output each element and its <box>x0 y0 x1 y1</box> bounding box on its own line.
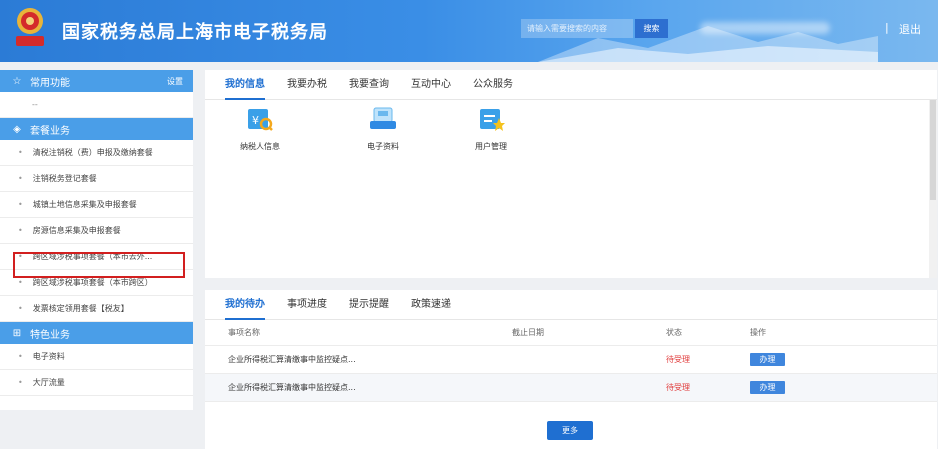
service-label: 纳税人信息 <box>240 142 280 151</box>
e-documents-icon <box>370 107 396 129</box>
svg-text:¥: ¥ <box>252 114 259 127</box>
my-todo-panel: 我的待办 事项进度 提示提醒 政策速递 事项名称 截止日期 状态 操作 企业所得… <box>205 290 937 449</box>
info-tabs: 我的信息 我要办税 我要查询 互动中心 公众服务 <box>205 70 937 100</box>
col-deadline: 截止日期 <box>512 328 544 337</box>
sidebar-item-label: 电子资料 <box>32 352 65 361</box>
todo-item-name[interactable]: 企业所得税汇算清缴事中监控疑点... <box>228 354 356 365</box>
top-banner: 国家税务总局上海市电子税务局 搜索 | 退出 <box>0 0 938 62</box>
bullet-icon: • <box>18 174 23 183</box>
service-label: 用户管理 <box>475 142 507 151</box>
header-separator: | <box>885 21 889 34</box>
info-panel-scrollbar[interactable] <box>929 100 937 278</box>
sidebar-item-special[interactable]: • 大厅流量 <box>0 370 193 396</box>
user-info-blurred <box>700 22 830 34</box>
sidebar-item-package[interactable]: • 城镇土地信息采集及申报套餐 <box>0 192 193 218</box>
search-button[interactable]: 搜索 <box>635 19 668 38</box>
col-action: 操作 <box>750 328 766 337</box>
site-title: 国家税务总局上海市电子税务局 <box>62 22 328 43</box>
bullet-icon: • <box>18 352 23 361</box>
search-input[interactable] <box>521 19 633 38</box>
my-info-panel: 我的信息 我要办税 我要查询 互动中心 公众服务 ¥ 纳税人信息 电子资料 用户… <box>205 70 937 278</box>
bullet-icon: • <box>18 200 23 209</box>
service-user-management[interactable]: 用户管理 <box>451 106 531 152</box>
package-business-title: 套餐业务 <box>30 125 70 137</box>
grid-icon: ⊞ <box>12 327 22 339</box>
bullet-icon: • <box>18 378 23 387</box>
common-functions-header: ☆ 常用功能 设置 <box>0 70 193 92</box>
todo-table-header: 事项名称 截止日期 状态 操作 <box>205 320 937 346</box>
todo-item-name[interactable]: 企业所得税汇算清缴事中监控疑点... <box>228 382 356 393</box>
sidebar-item-label: 大厅流量 <box>32 378 65 387</box>
tab-progress[interactable]: 事项进度 <box>287 290 327 320</box>
sidebar: ☆ 常用功能 设置 -- ◈ 套餐业务 • 清税注销税（费）申报及缴纳套餐 • 注销… <box>0 70 193 410</box>
sidebar-item-label: 清税注销税（费）申报及缴纳套餐 <box>32 148 153 157</box>
table-row: 企业所得税汇算清缴事中监控疑点... 待受理 办理 <box>205 346 937 374</box>
sidebar-item-label: 城镇土地信息采集及申报套餐 <box>32 200 137 209</box>
highlight-annotation-box <box>13 252 185 278</box>
settings-link[interactable]: 设置 <box>167 76 183 87</box>
table-row: 企业所得税汇算清缴事中监控疑点... 待受理 办理 <box>205 374 937 402</box>
status-badge: 待受理 <box>666 383 690 392</box>
service-e-documents[interactable]: 电子资料 <box>343 106 423 152</box>
sidebar-item-package[interactable]: • 房源信息采集及申报套餐 <box>0 218 193 244</box>
tab-my-info[interactable]: 我的信息 <box>225 70 265 100</box>
more-button[interactable]: 更多 <box>547 421 593 440</box>
star-icon: ☆ <box>12 75 22 87</box>
sidebar-item-label: 房源信息采集及申报套餐 <box>32 226 121 235</box>
package-business-header[interactable]: ◈ 套餐业务 <box>0 118 193 140</box>
status-badge: 待受理 <box>666 355 690 364</box>
scrollbar-thumb[interactable] <box>930 100 936 200</box>
sidebar-item-package[interactable]: • 发票核定领用套餐【税友】 <box>0 296 193 322</box>
tab-policy[interactable]: 政策速递 <box>411 290 451 320</box>
service-taxpayer-info[interactable]: ¥ 纳税人信息 <box>220 106 300 152</box>
tab-query[interactable]: 我要查询 <box>349 70 389 100</box>
special-business-title: 特色业务 <box>30 329 70 341</box>
todo-tabs: 我的待办 事项进度 提示提醒 政策速递 <box>205 290 937 320</box>
tax-emblem-icon <box>16 8 44 46</box>
handle-button[interactable]: 办理 <box>750 381 785 394</box>
tab-interaction[interactable]: 互动中心 <box>411 70 451 100</box>
sidebar-item-label: 发票核定领用套餐【税友】 <box>32 304 129 313</box>
handle-button[interactable]: 办理 <box>750 353 785 366</box>
user-management-icon <box>480 109 505 131</box>
bullet-icon: • <box>18 304 23 313</box>
layers-icon: ◈ <box>13 123 21 135</box>
sidebar-item-label: 注销税务登记套餐 <box>32 174 97 183</box>
bullet-icon: • <box>18 226 23 235</box>
special-business-header[interactable]: ⊞ 特色业务 <box>0 322 193 344</box>
tab-public-service[interactable]: 公众服务 <box>473 70 513 100</box>
col-item-name: 事项名称 <box>228 328 260 337</box>
sidebar-item-package[interactable]: • 清税注销税（费）申报及缴纳套餐 <box>0 140 193 166</box>
service-label: 电子资料 <box>367 142 399 151</box>
col-status: 状态 <box>666 328 682 337</box>
bullet-icon: • <box>18 148 23 157</box>
sidebar-item-package[interactable]: • 注销税务登记套餐 <box>0 166 193 192</box>
tab-reminders[interactable]: 提示提醒 <box>349 290 389 320</box>
common-functions-empty: -- <box>0 92 193 118</box>
logout-link[interactable]: 退出 <box>899 21 921 37</box>
common-functions-title: 常用功能 <box>30 77 70 89</box>
tab-tax-handling[interactable]: 我要办税 <box>287 70 327 100</box>
sidebar-item-special[interactable]: • 电子资料 <box>0 344 193 370</box>
bullet-icon: • <box>18 278 23 287</box>
sidebar-item-label: 跨区域涉税事项套餐（本市跨区） <box>32 278 153 287</box>
tab-my-todo[interactable]: 我的待办 <box>225 290 265 320</box>
taxpayer-info-icon: ¥ <box>248 109 273 131</box>
